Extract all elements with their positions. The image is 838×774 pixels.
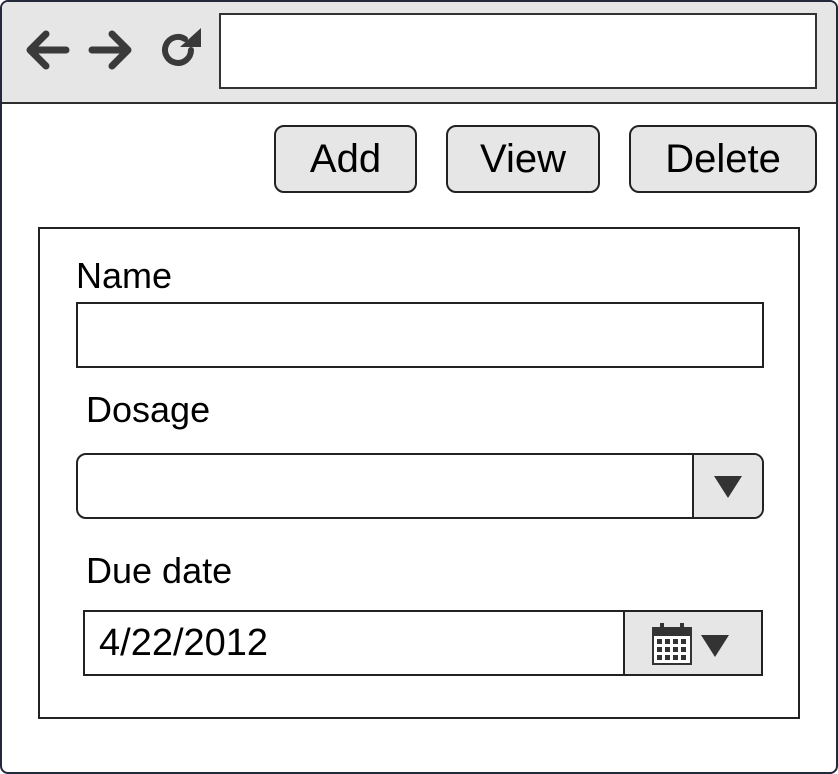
date-picker-button[interactable] (623, 612, 761, 674)
view-button[interactable]: View (446, 125, 600, 193)
address-bar[interactable] (219, 13, 817, 89)
delete-button[interactable]: Delete (629, 125, 817, 193)
browser-window: Add View Delete Name Dosage Due date 4/2… (0, 0, 838, 774)
dosage-select[interactable] (76, 453, 764, 519)
calendar-icon (652, 623, 692, 665)
due-date-value[interactable]: 4/22/2012 (99, 622, 268, 665)
due-date-label: Due date (86, 550, 233, 591)
back-arrow-icon[interactable] (22, 28, 70, 72)
reload-icon[interactable] (154, 28, 202, 72)
chevron-down-icon (701, 635, 729, 657)
chevron-down-icon (714, 476, 742, 498)
due-date-picker[interactable]: 4/22/2012 (83, 610, 763, 676)
browser-toolbar (2, 2, 836, 104)
add-button[interactable]: Add (274, 125, 417, 193)
dosage-dropdown-button[interactable] (692, 455, 762, 517)
forward-arrow-icon[interactable] (88, 28, 136, 72)
dosage-label: Dosage (86, 389, 211, 430)
name-field[interactable] (76, 302, 764, 368)
name-label: Name (76, 255, 173, 296)
